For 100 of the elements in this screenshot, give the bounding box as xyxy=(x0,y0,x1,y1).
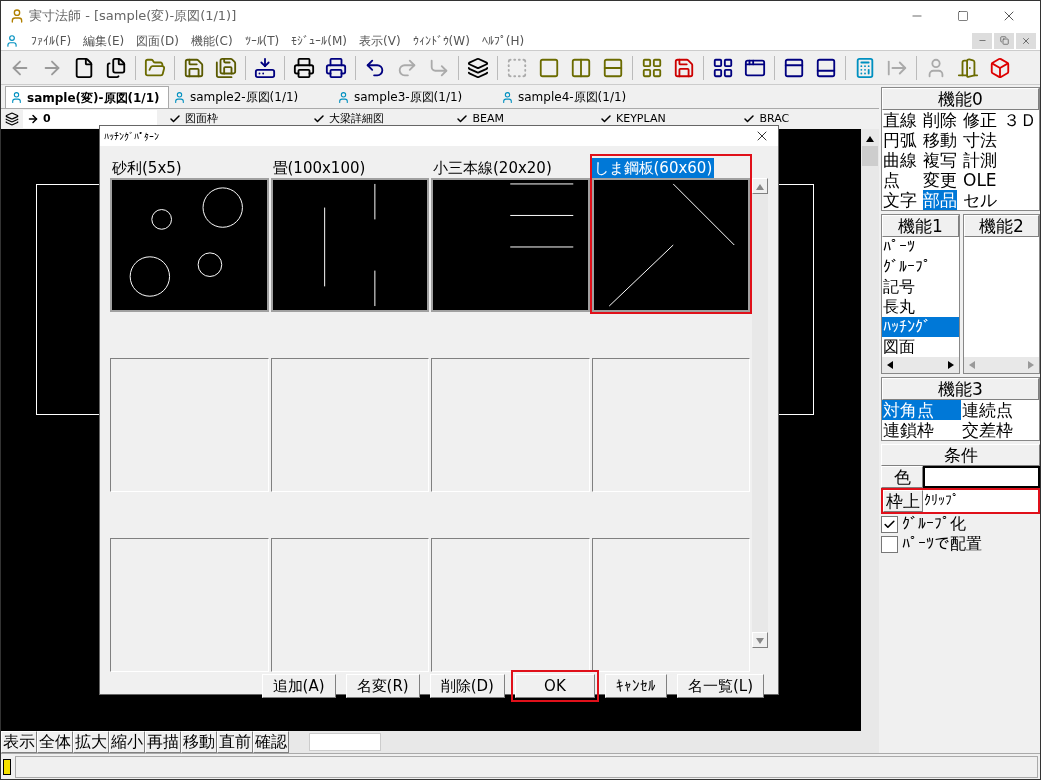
blocks-glyph-icon xyxy=(641,56,663,79)
panel-header: 機能1 xyxy=(882,215,959,237)
view-button[interactable]: 全体 xyxy=(37,731,73,753)
function-item[interactable]: セル xyxy=(963,190,997,210)
document-tab[interactable]: sample2-原図(1/1) xyxy=(169,86,333,108)
document-tab[interactable]: sample(変)-原図(1/1) xyxy=(5,86,169,108)
menu-item[interactable]: ｳｨﾝﾄﾞｳ(W) xyxy=(412,31,470,50)
function-item[interactable]: 図面 xyxy=(882,337,959,357)
function-item[interactable]: ３Ｄ xyxy=(1003,110,1037,130)
open-folder-glyph-icon xyxy=(144,56,166,79)
function-item[interactable]: 直線 xyxy=(883,110,917,130)
function-item[interactable]: 交差枠 xyxy=(960,420,1039,440)
menu-item[interactable]: ﾂｰﾙ(T) xyxy=(244,31,280,50)
view-button[interactable]: 表示 xyxy=(1,731,37,753)
dialog-button[interactable]: 削除(D) xyxy=(429,674,505,698)
layer-label[interactable]: BEAM xyxy=(472,110,504,128)
hatch-pattern-preview[interactable] xyxy=(110,178,269,312)
frame-field[interactable]: ｸﾘｯﾌﾟ xyxy=(923,490,1038,512)
layer-label[interactable]: 大梁詳細図 xyxy=(329,110,384,128)
layers-glyph-icon xyxy=(467,56,489,79)
pattern-name: 砂利(5x5) xyxy=(111,158,183,178)
pattern-name: しま鋼板(60x60) xyxy=(591,158,715,178)
function-item[interactable]: ｸﾞﾙｰﾌﾟ xyxy=(882,257,959,277)
function-item[interactable]: ﾊｯﾁﾝｸﾞ xyxy=(882,317,959,337)
rectangle-width-glyph-icon xyxy=(570,56,592,79)
dialog-button[interactable]: 名一覧(L) xyxy=(676,674,764,698)
ruler-icon xyxy=(3,758,11,775)
function-item[interactable]: 移動 xyxy=(923,130,957,150)
menu-item[interactable]: 機能(C) xyxy=(190,31,233,50)
layer-label[interactable]: KEYPLAN xyxy=(616,110,666,128)
frame-button[interactable]: 枠上 xyxy=(883,490,923,512)
mdi-close-button[interactable] xyxy=(1016,32,1036,49)
scroll-thumb[interactable] xyxy=(862,146,878,166)
color-swatch[interactable] xyxy=(923,466,1040,488)
horizontal-scrollbar[interactable] xyxy=(289,731,879,753)
scroll-right-icon xyxy=(948,361,956,369)
app-icon xyxy=(9,8,25,24)
layer-label[interactable]: 図面枠 xyxy=(185,110,219,128)
function-item[interactable]: 連続点 xyxy=(960,400,1039,420)
option-label[interactable]: ﾊﾟｰﾂで配置 xyxy=(902,534,982,554)
function-item[interactable]: 部品 xyxy=(923,190,957,210)
panel-header: 機能2 xyxy=(964,215,1039,237)
document-tab[interactable]: sample3-原図(1/1) xyxy=(333,86,497,108)
view-button[interactable]: 直前 xyxy=(217,731,253,753)
view-button[interactable]: 拡大 xyxy=(73,731,109,753)
menu-item[interactable]: ﾍﾙﾌﾟ(H) xyxy=(481,31,525,50)
horizontal-scrollbar[interactable] xyxy=(964,357,1039,373)
scroll-right-icon xyxy=(1028,361,1036,369)
function-item[interactable]: 削除 xyxy=(923,110,957,130)
function-item[interactable]: 円弧 xyxy=(883,130,917,150)
dialog-button[interactable]: ｷｬﾝｾﾙ xyxy=(604,674,667,698)
view-button[interactable]: 移動 xyxy=(181,731,217,753)
document-icon xyxy=(10,91,23,104)
current-layer-field[interactable]: 0 xyxy=(22,110,158,128)
option-label[interactable]: ｸﾞﾙｰﾌﾟ化 xyxy=(902,514,966,534)
menu-item[interactable]: 編集(E) xyxy=(83,31,125,50)
scroll-thumb[interactable] xyxy=(309,733,381,751)
function-item[interactable]: 点 xyxy=(883,170,900,190)
menu-item[interactable]: 図面(D) xyxy=(136,31,179,50)
rectangle-height-glyph-icon xyxy=(602,56,624,79)
function-item[interactable]: 複写 xyxy=(923,150,957,170)
dialog-button[interactable]: 名変(R) xyxy=(345,674,420,698)
dialog-button[interactable]: 追加(A) xyxy=(261,674,336,698)
function-item[interactable]: ﾊﾟｰﾂ xyxy=(882,237,959,257)
panel-header: 機能0 xyxy=(882,88,1039,110)
checkbox[interactable] xyxy=(881,535,898,553)
document-tab[interactable]: sample4-原図(1/1) xyxy=(497,86,661,108)
function-item[interactable]: 長丸 xyxy=(882,297,959,317)
function-item[interactable]: 曲線 xyxy=(883,150,917,170)
checkbox[interactable] xyxy=(881,515,898,533)
layer-label[interactable]: BRAC xyxy=(759,110,790,128)
view-button[interactable]: 再描 xyxy=(145,731,181,753)
vertical-scrollbar[interactable] xyxy=(861,129,879,731)
function-item[interactable]: 修正 xyxy=(963,110,997,130)
view-button[interactable]: 縮小 xyxy=(109,731,145,753)
hatch-pattern-preview[interactable] xyxy=(431,178,590,312)
scroll-down-icon xyxy=(756,636,764,644)
menu-item[interactable]: 表示(V) xyxy=(359,31,401,50)
mdi-restore-button[interactable] xyxy=(994,32,1014,49)
view-button[interactable]: 確認 xyxy=(253,731,289,753)
horizontal-scrollbar[interactable] xyxy=(882,357,959,373)
function-item[interactable]: 記号 xyxy=(882,277,959,297)
vertical-scrollbar[interactable] xyxy=(752,178,768,648)
function-item[interactable]: 変更 xyxy=(923,170,957,190)
function-item[interactable]: 文字 xyxy=(883,190,917,210)
menu-item[interactable]: ﾌｧｲﾙ(F) xyxy=(31,31,72,50)
function-item[interactable]: OLE xyxy=(963,170,997,190)
menu-item[interactable]: ﾓｼﾞｭｰﾙ(M) xyxy=(291,31,347,50)
function-item[interactable]: 対角点 xyxy=(882,400,961,420)
scroll-left-icon xyxy=(885,361,893,369)
function-item[interactable]: 計測 xyxy=(963,150,997,170)
tile-windows-glyph-icon xyxy=(712,56,734,79)
window-title: 実寸法師 - [sample(変)-原図(1/1)] xyxy=(29,7,237,26)
selected-pattern-frame[interactable]: しま鋼板(60x60) xyxy=(591,156,750,312)
dialog-button[interactable]: OK xyxy=(514,674,595,698)
color-cube-glyph-icon xyxy=(989,56,1011,79)
hatch-pattern-preview[interactable] xyxy=(270,178,429,312)
scroll-up-icon xyxy=(756,182,764,190)
function-item[interactable]: 連鎖枠 xyxy=(882,420,961,440)
function-item[interactable]: 寸法 xyxy=(963,130,997,150)
